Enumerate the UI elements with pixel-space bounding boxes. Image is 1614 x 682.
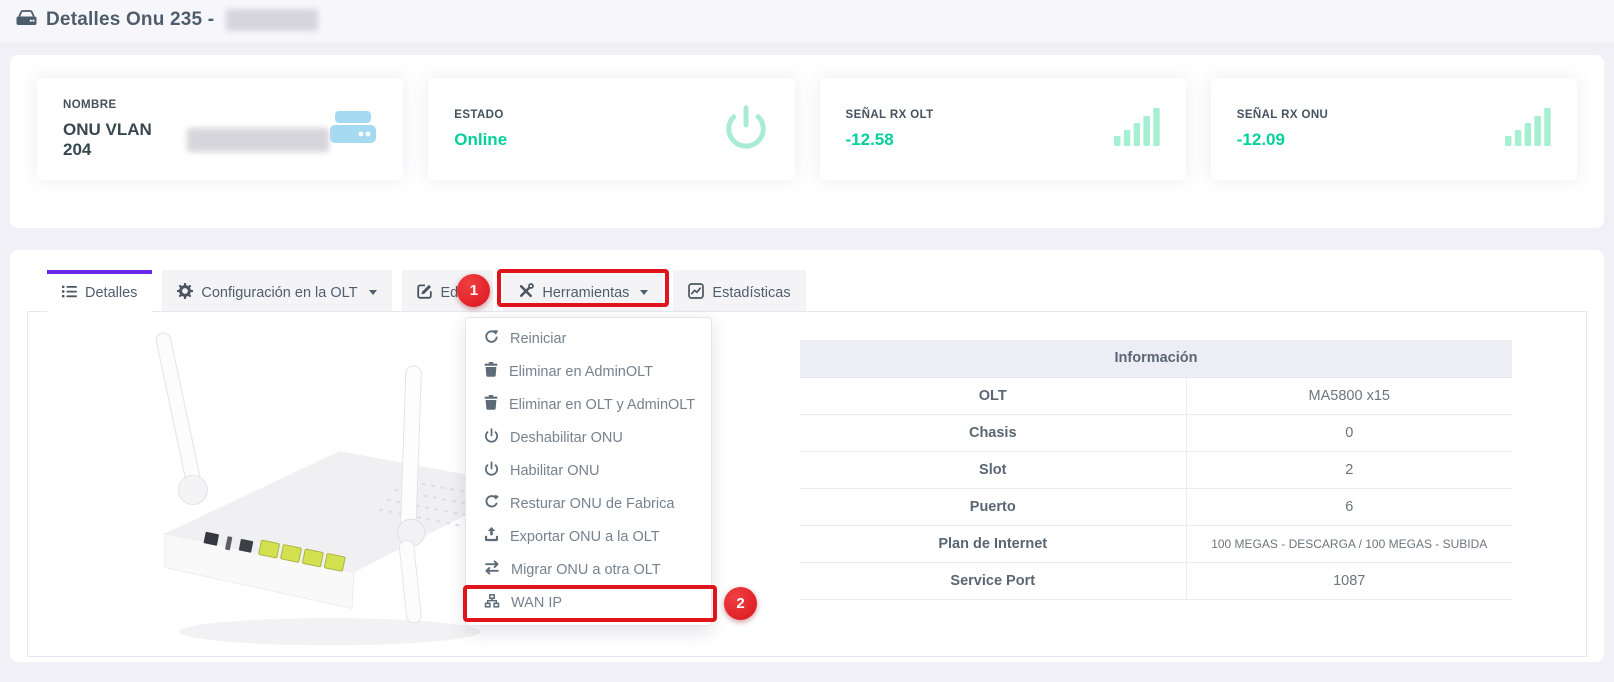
trash-icon [484,362,498,381]
table-row: Plan de Internet 100 MEGAS - DESCARGA / … [800,525,1512,562]
list-icon [62,285,77,302]
row-label: Plan de Internet [800,525,1186,562]
details-panel: Detalles Confi [10,250,1604,662]
table-row: Service Port 1087 [800,562,1512,599]
menu-item-label: Eliminar en AdminOLT [509,364,653,380]
info-table: Información OLT MA5800 x15 Chasis 0 Slot… [800,340,1512,600]
trash-icon [484,395,498,414]
table-row: Slot 2 [800,451,1512,488]
tab-herramientas[interactable]: Herramientas 1 [503,270,663,311]
tab-editar[interactable]: Editar [402,270,494,311]
tab-detalles[interactable]: Detalles [47,270,152,312]
menu-item-label: Resturar ONU de Fabrica [510,496,674,512]
card-label: SEÑAL RX OLT [846,109,934,121]
tab-label: Detalles [85,285,137,301]
tab-label: Herramientas [542,285,629,301]
chevron-down-icon [640,290,648,295]
table-row: OLT MA5800 x15 [800,377,1512,414]
row-value: 0 [1186,414,1512,451]
network-icon [484,594,500,612]
menu-item-label: WAN IP [511,595,562,611]
redacted-text [226,9,318,31]
tab-estadisticas[interactable]: Estadísticas [673,270,805,311]
card-label: SEÑAL RX ONU [1237,109,1329,121]
row-label: OLT [800,377,1186,414]
annotation-box-wan-ip [463,585,717,622]
rotate-icon [484,494,499,513]
menu-item-exportar-onu[interactable]: Exportar ONU a la OLT [466,520,711,553]
menu-item-eliminar-adminolt[interactable]: Eliminar en AdminOLT [466,355,711,388]
card-label: ESTADO [454,109,507,121]
redacted-text [187,128,329,152]
row-label: Chasis [800,414,1186,451]
card-senal-rx-olt: SEÑAL RX OLT -12.58 [820,78,1186,180]
menu-item-migrar-onu[interactable]: Migrar ONU a otra OLT [466,553,711,586]
menu-item-deshabilitar-onu[interactable]: Deshabilitar ONU [466,421,711,454]
menu-item-eliminar-olt-adminolt[interactable]: Eliminar en OLT y AdminOLT [466,388,711,421]
tab-configuracion-olt[interactable]: Configuración en la OLT [162,270,391,311]
page-title: Detalles Onu 235 - [46,9,214,31]
row-value: 1087 [1186,562,1512,599]
menu-item-restaurar-fabrica[interactable]: Resturar ONU de Fabrica [466,487,711,520]
row-value: 100 MEGAS - DESCARGA / 100 MEGAS - SUBID… [1186,525,1512,562]
chart-icon [688,283,704,303]
card-estado: ESTADO Online [428,78,794,180]
card-label: NOMBRE [63,99,329,111]
page-header: Detalles Onu 235 - [16,9,318,31]
herramientas-dropdown-menu: Reiniciar Eliminar en AdminOLT Elimi [465,317,712,626]
tab-bar: Detalles Confi [47,270,806,312]
card-nombre: NOMBRE ONU VLAN 204 [37,78,403,180]
menu-item-label: Reiniciar [510,331,566,347]
transfer-icon [484,560,500,579]
upload-icon [484,527,499,546]
table-row: Puerto 6 [800,488,1512,525]
signal-bars-icon [1114,108,1160,151]
menu-item-label: Migrar ONU a otra OLT [511,562,661,578]
summary-cards-panel: NOMBRE ONU VLAN 204 ESTADO Online [10,55,1604,228]
card-value: -12.58 [846,130,934,150]
refresh-icon [484,329,499,348]
menu-item-label: Deshabilitar ONU [510,430,623,446]
edit-icon [417,283,433,303]
row-label: Puerto [800,488,1186,525]
power-icon [723,104,769,155]
signal-bars-icon [1505,108,1551,151]
tab-label: Editar [441,285,479,301]
row-value: MA5800 x15 [1186,377,1512,414]
card-value: Online [454,130,507,150]
card-senal-rx-onu: SEÑAL RX ONU -12.09 [1211,78,1577,180]
row-label: Service Port [800,562,1186,599]
chevron-down-icon [369,290,377,295]
row-value: 6 [1186,488,1512,525]
power-icon [484,428,499,447]
menu-item-label: Eliminar en OLT y AdminOLT [509,397,695,413]
gear-icon [177,283,193,303]
menu-item-label: Exportar ONU a la OLT [510,529,660,545]
tab-label: Configuración en la OLT [201,285,357,301]
card-value: ONU VLAN 204 [63,120,179,160]
power-icon [484,461,499,480]
tab-label: Estadísticas [712,285,790,301]
tools-icon [518,283,534,303]
menu-item-reiniciar[interactable]: Reiniciar [466,322,711,355]
row-label: Slot [800,451,1186,488]
hdd-icon [16,10,37,31]
card-value: -12.09 [1237,130,1329,150]
menu-item-habilitar-onu[interactable]: Habilitar ONU [466,454,711,487]
router-icon [329,109,377,150]
row-value: 2 [1186,451,1512,488]
menu-item-label: Habilitar ONU [510,463,599,479]
menu-item-wan-ip[interactable]: WAN IP 2 [466,586,711,619]
info-table-header: Información [800,340,1512,377]
table-row: Chasis 0 [800,414,1512,451]
